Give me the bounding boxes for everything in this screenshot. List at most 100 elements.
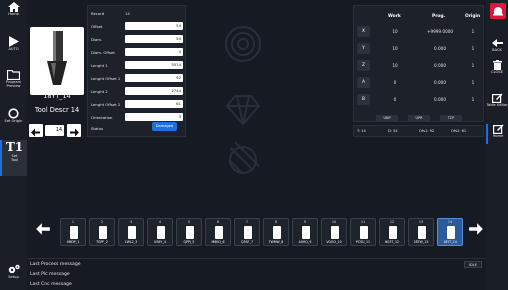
status-label: Status xyxy=(91,126,104,131)
origin-a: 1 xyxy=(471,80,475,85)
sidebar-label-set-tool: Set Tool xyxy=(11,154,18,163)
close-label: CLOSE xyxy=(491,70,503,74)
tool-card[interactable]: 10 VGGO_10 xyxy=(321,218,347,246)
diam-offset-label: Diam. Offset xyxy=(91,50,115,55)
axis-coordinates-panel: Work Prog. Origin X 10 +9999.0000 1 Y 10… xyxy=(353,5,484,122)
length-offset1-field[interactable]: 92 xyxy=(125,74,183,82)
work-b: 0 xyxy=(393,97,397,102)
carousel-next-arrow-icon[interactable] xyxy=(468,221,484,237)
sidebar-label-auto: AUTO xyxy=(8,47,19,51)
home-edit-button[interactable]: Home xyxy=(486,124,508,144)
diam-field[interactable]: 54 xyxy=(125,35,183,43)
tool-carousel: 1 4MDP_1 2 TGPF_2 3 1WL2_3 4 US6Y_4 5 QPPJ_5 6 M8KQ… xyxy=(58,214,463,250)
tool-card-number: 1 xyxy=(71,220,75,224)
watermark-logo-icon xyxy=(225,26,261,175)
tool-card-number: 14 xyxy=(447,220,453,224)
tool-card-number: 10 xyxy=(331,220,337,224)
tool-card-icon xyxy=(244,226,252,239)
sidebar-item-auto[interactable]: AUTO xyxy=(0,36,27,56)
tool-card[interactable]: 14 18YT_14 xyxy=(437,218,463,246)
axis-badge-a: A xyxy=(357,77,370,88)
tool-card-icon xyxy=(360,226,368,239)
offset-field[interactable]: 54 xyxy=(125,22,183,30)
status-damaged-button[interactable]: Damaged xyxy=(152,122,177,131)
alarm-button[interactable] xyxy=(490,3,506,19)
tool-card-number: 8 xyxy=(274,220,278,224)
sidebar-item-set-origin[interactable]: Set Origin xyxy=(0,108,27,134)
mode-tcp-button[interactable]: TCP xyxy=(440,115,462,122)
strip-diameter: D: 54 xyxy=(388,129,398,133)
tool-card[interactable]: 13 28TW_13 xyxy=(408,218,434,246)
back-button[interactable]: BACK xyxy=(486,38,508,56)
tool-status-strip: T: 14 D: 54 Ofs1: 92 Ofs2: 61 xyxy=(353,125,484,137)
record-value: 14 xyxy=(125,11,130,16)
edit-icon xyxy=(491,93,502,103)
tool-card-label: N03T_12 xyxy=(384,240,400,244)
home-icon xyxy=(7,2,20,12)
tool-card[interactable]: 9 A0HQ_9 xyxy=(292,218,318,246)
tool-card-label: M8KQ_6 xyxy=(211,240,225,244)
tool-card[interactable]: 6 M8KQ_6 xyxy=(205,218,231,246)
tool-card-icon xyxy=(70,226,78,239)
length-offset1-label: Lenght Offset 1 xyxy=(91,76,121,81)
sidebar-item-set-tool[interactable]: T1 Set Tool xyxy=(0,140,27,176)
tool-card-icon xyxy=(128,226,136,239)
tool-card-icon xyxy=(186,226,194,239)
arrow-left-icon xyxy=(31,128,40,137)
length-offset2-field[interactable]: 61 xyxy=(125,100,183,108)
tool-card-number: 12 xyxy=(389,220,395,224)
length2-field[interactable]: 2744 xyxy=(125,87,183,95)
next-tool-button[interactable] xyxy=(67,124,81,137)
length2-label: Lenght 2 xyxy=(91,89,108,94)
tool-card-icon xyxy=(418,226,426,239)
origin-y: 1 xyxy=(471,46,475,51)
sidebar-item-program-preview[interactable]: Program Preview xyxy=(0,70,27,96)
machine-state-badge: IDLE xyxy=(464,261,482,268)
mode-upr-button[interactable]: UPR xyxy=(408,115,430,122)
work-z: 10 xyxy=(392,63,398,68)
strip-offset1: Ofs1: 92 xyxy=(419,129,435,133)
table-editor-button[interactable]: Table Editor xyxy=(486,93,508,117)
tool-card[interactable]: 11 PCSU_11 xyxy=(350,218,376,246)
diam-offset-field[interactable]: 0 xyxy=(125,48,183,56)
sidebar-item-setup[interactable]: Setup xyxy=(0,264,27,288)
tool-card-label: VGGO_10 xyxy=(326,240,342,244)
tool-card[interactable]: 12 N03T_12 xyxy=(379,218,405,246)
tool-card[interactable]: 1 4MDP_1 xyxy=(60,218,86,246)
length1-field[interactable]: 5514 xyxy=(125,61,183,69)
table-editor-label: Table Editor xyxy=(486,103,508,107)
tool-card-label: Q3SF_7 xyxy=(240,240,253,244)
tool-card-label: 28TW_13 xyxy=(413,240,429,244)
sidebar-item-home[interactable]: Home xyxy=(0,2,27,24)
tool-number-input[interactable]: 14 xyxy=(45,125,64,136)
last-cnc-message: Last Cnc message xyxy=(30,282,72,287)
tool-card-icon xyxy=(273,226,281,239)
tool-card[interactable]: 7 Q3SF_7 xyxy=(234,218,260,246)
tool-card[interactable]: 2 TGPF_2 xyxy=(89,218,115,246)
origin-b: 1 xyxy=(471,97,475,102)
tool-card-number: 11 xyxy=(360,220,366,224)
last-plc-message: Last Plc message xyxy=(30,272,70,277)
work-a: 0 xyxy=(393,80,397,85)
tool-card[interactable]: 8 TWMW_8 xyxy=(263,218,289,246)
left-sidebar: Home AUTO Program Preview Set Origin T1 … xyxy=(0,0,27,290)
tool-card-label: PCSU_11 xyxy=(355,240,371,244)
origin-z: 1 xyxy=(471,63,475,68)
orientation-field[interactable]: 3 xyxy=(125,113,183,121)
close-button[interactable]: CLOSE xyxy=(486,60,508,78)
message-panel: Last Process message Last Plc message La… xyxy=(27,258,486,290)
tool-card-number: 3 xyxy=(129,220,133,224)
tool-card[interactable]: 3 1WL2_3 xyxy=(118,218,144,246)
mode-unp-button[interactable]: UNP xyxy=(376,115,398,122)
tool-id-label: 18YT_14 xyxy=(43,92,71,100)
tool-card[interactable]: 5 QPPJ_5 xyxy=(176,218,202,246)
tool-drawing-icon xyxy=(47,31,67,85)
tool-card-label: QPPJ_5 xyxy=(183,240,195,244)
diam-label: Diam. xyxy=(91,37,103,42)
tool-card[interactable]: 4 US6Y_4 xyxy=(147,218,173,246)
arrow-right-icon xyxy=(70,128,79,137)
carousel-prev-arrow-icon[interactable] xyxy=(35,221,51,237)
tool-card-number: 7 xyxy=(245,220,249,224)
alarm-icon xyxy=(493,7,503,16)
prev-tool-button[interactable] xyxy=(29,124,43,137)
